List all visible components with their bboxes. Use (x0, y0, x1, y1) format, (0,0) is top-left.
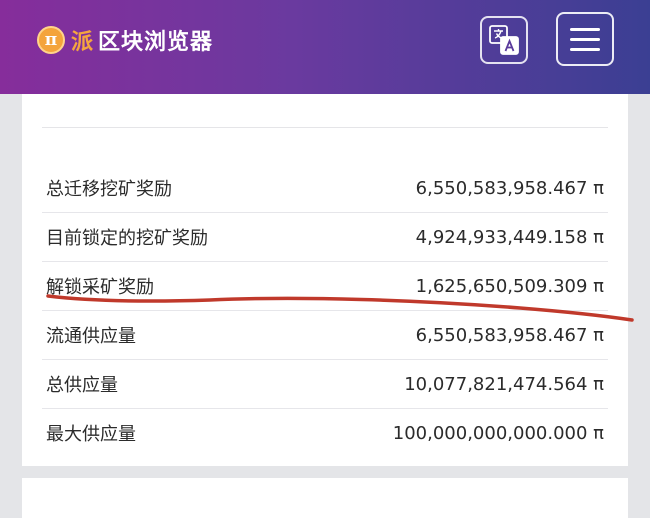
logo[interactable]: π 派 区块浏览器 (37, 24, 213, 56)
stat-label: 流通供应量 (46, 326, 136, 347)
brand-name: 派 (71, 30, 95, 55)
hamburger-menu-icon (570, 48, 600, 51)
app-title: 区块浏览器 (98, 30, 214, 55)
stat-value: 6,550,583,958.467 π (415, 324, 604, 346)
stat-value: 10,077,821,474.564 π (404, 373, 604, 395)
stat-row-max-supply: 最大供应量 100,000,000,000.000 π (42, 409, 608, 457)
stat-row-circulating-supply: 流通供应量 6,550,583,958.467 π (42, 311, 608, 360)
stat-label: 最大供应量 (46, 424, 136, 445)
stat-value: 6,550,583,958.467 π (415, 177, 604, 199)
next-card (22, 478, 628, 518)
stat-row-locked-rewards: 目前锁定的挖矿奖励 4,924,933,449.158 π (42, 213, 608, 262)
stat-value: 1,625,650,509.309 π (415, 275, 604, 297)
hamburger-menu-icon (570, 38, 600, 41)
stat-value: 100,000,000,000.000 π (392, 422, 604, 444)
translate-icon (489, 25, 519, 55)
supply-stats-list: 总迁移挖矿奖励 6,550,583,958.467 π 目前锁定的挖矿奖励 4,… (42, 164, 608, 457)
stat-label: 总迁移挖矿奖励 (46, 179, 172, 200)
pi-coin-icon: π (37, 26, 65, 54)
stat-value: 4,924,933,449.158 π (415, 226, 604, 248)
menu-button[interactable] (556, 12, 614, 66)
stat-label: 总供应量 (46, 375, 118, 396)
divider (42, 127, 608, 128)
hamburger-menu-icon (570, 28, 600, 31)
stat-row-total-supply: 总供应量 10,077,821,474.564 π (42, 360, 608, 409)
app-header: π 派 区块浏览器 (0, 0, 650, 94)
stat-label: 目前锁定的挖矿奖励 (46, 228, 208, 249)
stat-row-total-migrated-rewards: 总迁移挖矿奖励 6,550,583,958.467 π (42, 164, 608, 213)
stat-row-unlocked-rewards: 解锁采矿奖励 1,625,650,509.309 π (42, 262, 608, 311)
language-button[interactable] (480, 16, 528, 64)
stat-label: 解锁采矿奖励 (46, 277, 154, 298)
supply-stats-card: 总迁移挖矿奖励 6,550,583,958.467 π 目前锁定的挖矿奖励 4,… (22, 94, 628, 466)
